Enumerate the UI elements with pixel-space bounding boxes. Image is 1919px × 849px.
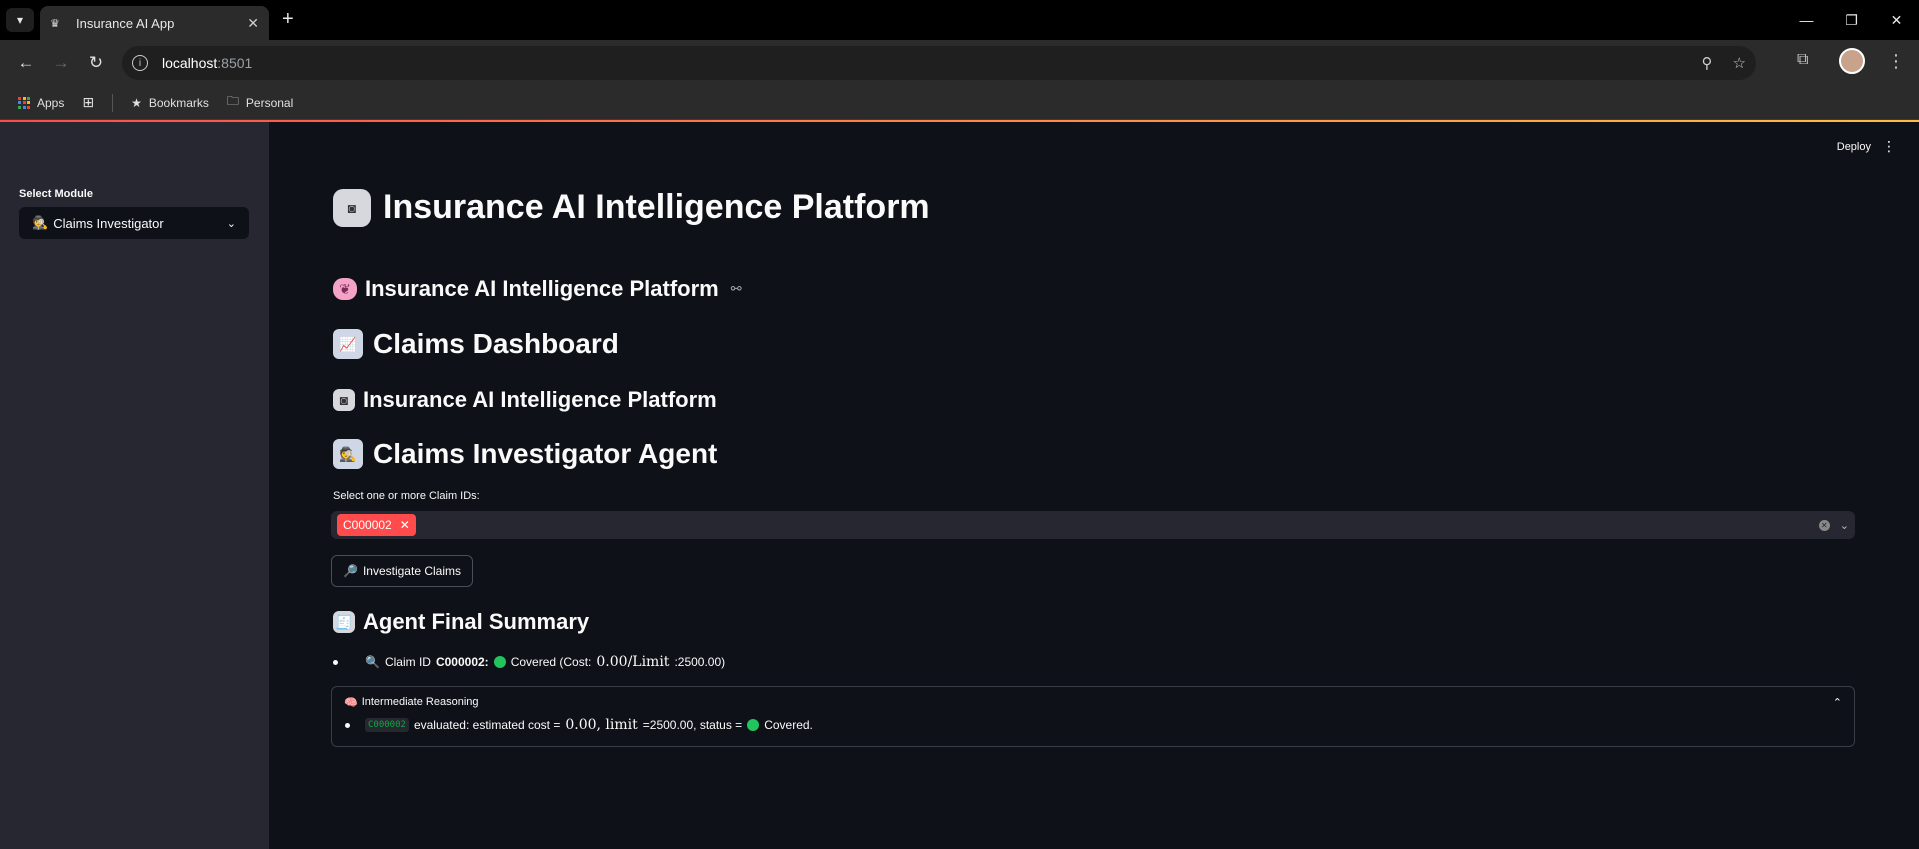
bookmark-bookmarks[interactable]: ★ Bookmarks [131,96,209,110]
summary-item: 🔍 Claim ID C000002: Covered (Cost: 0.00/… [333,654,725,670]
module-select[interactable]: 🕵 Claims Investigator ⌄ [19,207,249,239]
bookmarks-separator [112,93,114,112]
subheading-text: Insurance AI Intelligence Platform [363,387,717,412]
zoom-icon[interactable]: ⚲ [1702,54,1713,72]
summary-claim-id: C000002: [435,655,489,669]
back-button[interactable]: ← [10,47,42,79]
agent-heading: 🕵 Claims Investigator Agent [333,438,717,470]
list-bullet [345,722,350,728]
brain-icon: 🧠 [344,696,358,709]
browser-tab[interactable]: ♛ Insurance AI App ✕ [40,6,269,40]
chevron-up-icon[interactable]: ⌃ [1833,696,1842,709]
agent-heading-text: Claims Investigator Agent [373,438,718,469]
address-bar[interactable]: i localhost:8501 ⚲ ☆ [122,46,1756,80]
url-host: localhost [162,55,218,71]
investigate-claims-label: Investigate Claims [362,564,461,578]
claim-chip-label: C000002 [343,518,392,532]
apps-grid-icon [18,96,30,109]
site-info-icon[interactable]: i [132,55,148,71]
chevron-down-icon[interactable]: ⌄ [1840,519,1849,532]
green-circle-icon [493,656,506,668]
sidebar: Select Module 🕵 Claims Investigator ⌄ [0,122,269,849]
page-title: ◙ Insurance AI Intelligence Platform [333,188,930,227]
browser-tabbar: ▾ ♛ Insurance AI App ✕ + — ❐ ✕ [0,0,1919,40]
tab-groups-icon[interactable]: ⊞ [82,94,94,111]
reload-button[interactable]: ↻ [80,47,112,79]
profile-avatar[interactable] [1839,48,1865,74]
reasoning-text-b: =2500.00, status = [642,718,743,732]
minimize-button[interactable]: — [1784,0,1829,40]
app-root: Select Module 🕵 Claims Investigator ⌄ De… [0,122,1919,849]
summary-math: 0.00/Limit [596,654,670,670]
reasoning-expander: 🧠 Intermediate Reasoning ⌃ C000002 evalu… [331,686,1855,747]
star-icon: ★ [131,95,142,110]
deploy-button[interactable]: Deploy [1837,141,1871,153]
summary-prefix: Claim ID [384,655,431,669]
url-port: :8501 [217,55,253,71]
detective-icon: 🕵 [32,215,49,230]
magnifier-icon: 🔎 [343,564,358,578]
reasoning-item: C000002 evaluated: estimated cost = 0.00… [332,717,1854,733]
reasoning-text-c: Covered. [764,718,813,732]
browser-menu-icon[interactable]: ⋮ [1887,51,1905,72]
tab-close-icon[interactable]: ✕ [247,15,259,32]
module-select-value: Claims Investigator [53,215,164,231]
summary-status: Covered (Cost: [510,655,592,669]
bookmark-apps[interactable]: Apps [18,96,64,110]
browser-toolbar: ← → ↻ i localhost:8501 ⚲ ☆ ⧉ ⋮ [0,40,1919,86]
reasoning-claim-code: C000002 [365,718,409,732]
favicon-icon: ♛ [50,17,60,30]
claim-chip[interactable]: C000002 ✕ [337,514,416,536]
page-title-text: Insurance AI Intelligence Platform [383,188,930,226]
summary-heading: 🧾 Agent Final Summary [333,609,589,635]
chart-increasing-icon: 📈 [333,329,363,359]
receipt-icon: 🧾 [333,611,355,633]
window-controls: — ❐ ✕ [1784,0,1919,40]
list-bullet [333,659,338,665]
module-select-label: Select Module [19,188,93,200]
brain-icon: ❦ [333,278,357,300]
subheading-text: Insurance AI Intelligence Platform [365,276,719,301]
chevron-down-icon: ⌄ [226,217,236,230]
main-menu-icon[interactable]: ⋮ [1882,138,1896,155]
reasoning-title: Intermediate Reasoning [361,696,479,708]
bookmark-star-icon[interactable]: ☆ [1733,54,1746,72]
bookmark-label: Personal [245,95,294,110]
summary-tail: :2500.00) [674,655,726,669]
reasoning-text-a: evaluated: estimated cost = [413,718,561,732]
link-icon[interactable]: ⚯ [731,281,742,297]
reasoning-math: 0.00, limit [565,717,638,733]
tab-search-button[interactable]: ▾ [6,8,34,32]
extensions-icon[interactable]: ⧉ [1797,51,1817,71]
green-circle-icon [747,719,760,731]
subheading-platform-2: ◙ Insurance AI Intelligence Platform [333,387,717,413]
robot-icon: ◙ [333,389,355,411]
reasoning-expander-header[interactable]: 🧠 Intermediate Reasoning ⌃ [332,687,1854,717]
claim-select-label: Select one or more Claim IDs: [333,490,480,502]
bookmark-label: Bookmarks [148,95,209,110]
summary-heading-text: Agent Final Summary [363,609,590,634]
bookmark-label: Apps [37,95,65,110]
restore-button[interactable]: ❐ [1829,0,1874,40]
investigate-claims-button[interactable]: 🔎 Investigate Claims [331,555,473,587]
magnifier-icon: 🔍 [365,655,380,669]
dashboard-heading-text: Claims Dashboard [373,328,619,359]
robot-icon: ◙ [333,188,371,227]
main-content: Deploy ⋮ ◙ Insurance AI Intelligence Pla… [269,122,1919,849]
subheading-platform: ❦ Insurance AI Intelligence Platform ⚯ [333,276,742,302]
dashboard-heading: 📈 Claims Dashboard [333,328,619,360]
forward-button[interactable]: → [45,47,77,79]
chip-remove-icon[interactable]: ✕ [400,518,410,532]
new-tab-button[interactable]: + [282,8,294,31]
claim-multiselect[interactable]: C000002 ✕ ✕ ⌄ [331,511,1855,539]
bookmarks-bar: Apps ⊞ ★ Bookmarks 🗀 Personal [0,86,1919,120]
clear-all-icon[interactable]: ✕ [1818,519,1830,531]
detective-icon: 🕵 [333,439,363,469]
tab-title: Insurance AI App [76,15,175,31]
bookmark-personal[interactable]: 🗀 Personal [227,92,293,113]
folder-icon: 🗀 [226,94,239,108]
close-window-button[interactable]: ✕ [1874,0,1919,40]
